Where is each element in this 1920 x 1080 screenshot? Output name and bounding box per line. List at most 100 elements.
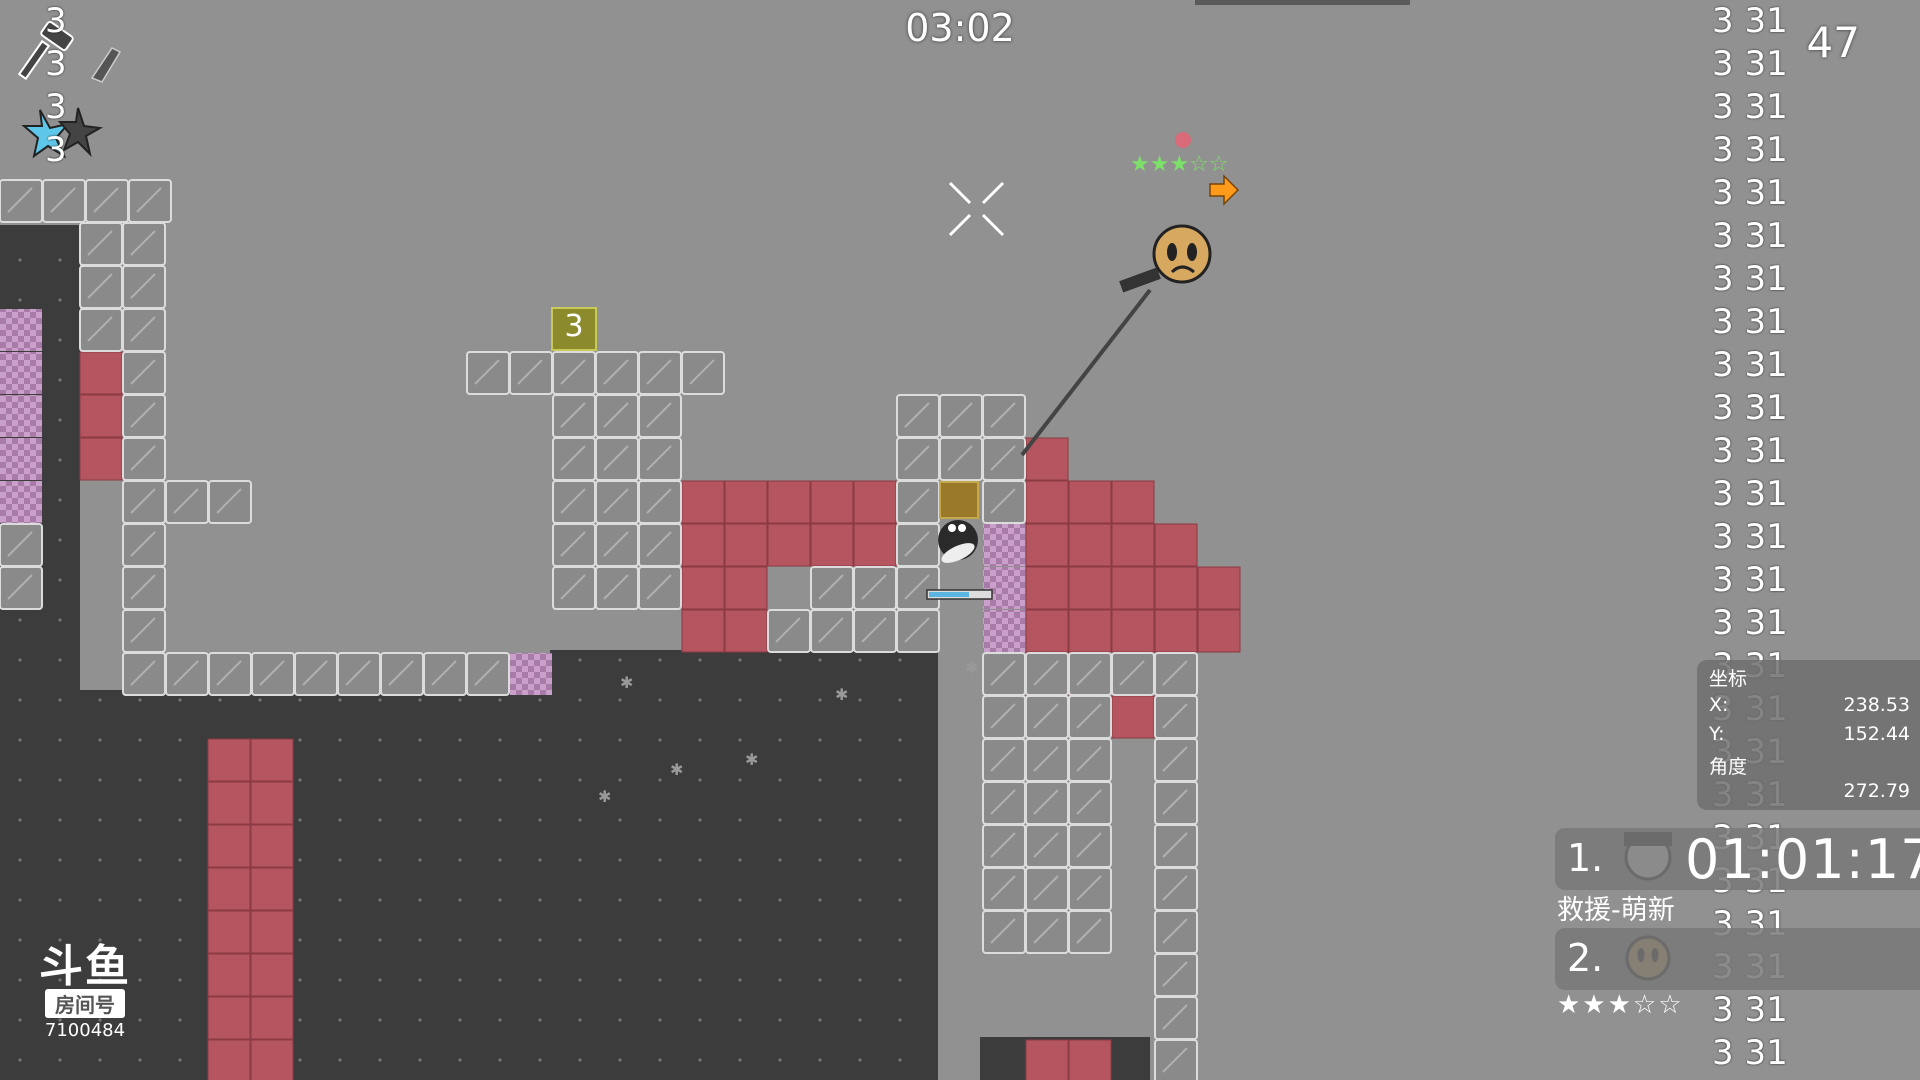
freeze-tile: [1111, 566, 1155, 610]
freeze-tile: [1111, 480, 1155, 524]
block-tile: [122, 523, 166, 567]
block-tile: [552, 437, 596, 481]
block-tile: [1154, 652, 1198, 696]
block-tile: [853, 609, 897, 653]
freeze-tile: [681, 480, 725, 524]
block-tile: [1068, 867, 1112, 911]
block-tile: [122, 351, 166, 395]
block-tile: [939, 437, 983, 481]
svg-text:✱: ✱: [965, 658, 978, 677]
unhook-tile: [983, 610, 1025, 652]
freeze-tile: [1111, 523, 1155, 567]
block-tile: [595, 523, 639, 567]
freeze-tile: [724, 523, 768, 567]
freeze-tile: [724, 480, 768, 524]
ammo-digit: 3: [45, 87, 67, 127]
freeze-tile: [767, 523, 811, 567]
freeze-tile: [1025, 609, 1069, 653]
ammo-digit: 3: [45, 130, 67, 170]
block-tile: [122, 222, 166, 266]
debug-line: 3 31: [1712, 216, 1788, 256]
rank-number: 1.: [1567, 836, 1604, 880]
freeze-tile: [681, 523, 725, 567]
block-tile: [165, 480, 209, 524]
block-tile: [1154, 867, 1198, 911]
debug-line: 3 31: [1712, 990, 1788, 1030]
block-tile: [0, 179, 43, 223]
freeze-tile: [724, 566, 768, 610]
freeze-tile: [1197, 609, 1241, 653]
block-tile: [79, 308, 123, 352]
freeze-tile: [853, 523, 897, 567]
block-tile: [896, 437, 940, 481]
coord-x-value: 238.53: [1843, 694, 1910, 716]
freeze-tile: [1154, 609, 1198, 653]
svg-text:✱: ✱: [620, 673, 633, 692]
block-tile: [85, 179, 129, 223]
block-tile: [1068, 695, 1112, 739]
coord-y-label: Y:: [1709, 723, 1725, 745]
block-tile: [1111, 652, 1155, 696]
block-tile: [595, 351, 639, 395]
block-tile: [1025, 910, 1069, 954]
block-tile: [1154, 824, 1198, 868]
block-tile: [208, 480, 252, 524]
block-tile: [1025, 824, 1069, 868]
block-tile: [423, 652, 467, 696]
block-tile: [1154, 695, 1198, 739]
freeze-tile: [681, 566, 725, 610]
unhook-tile: [0, 481, 42, 523]
block-tile: [1068, 824, 1112, 868]
freeze-tile: [1068, 523, 1112, 567]
freeze-tile: [207, 1039, 251, 1080]
block-tile: [767, 609, 811, 653]
block-tile: [337, 652, 381, 696]
block-tile: [638, 566, 682, 610]
block-tile: [896, 523, 940, 567]
freeze-tile: [207, 910, 251, 954]
debug-line: 3 31: [1712, 87, 1788, 127]
block-tile: [982, 394, 1026, 438]
freeze-tile: [681, 609, 725, 653]
block-tile: [982, 652, 1026, 696]
freeze-tile: [1025, 480, 1069, 524]
block-tile: [1154, 738, 1198, 782]
freeze-tile: [79, 394, 123, 438]
block-tile: [552, 523, 596, 567]
svg-text:✱: ✱: [670, 760, 683, 779]
coord-angle-label: 角度: [1709, 756, 1748, 778]
freeze-tile: [250, 996, 294, 1040]
block-tile: [810, 609, 854, 653]
freeze-tile: [853, 480, 897, 524]
block-tile: [165, 652, 209, 696]
block-tile: [552, 351, 596, 395]
block-tile: [0, 566, 43, 610]
block-tile: [982, 781, 1026, 825]
freeze-tile: [250, 1039, 294, 1080]
unhook-tile: [0, 352, 42, 394]
block-tile: [380, 652, 424, 696]
coord-angle-value: 272.79: [1843, 780, 1910, 802]
block-tile: [294, 652, 338, 696]
debug-line: 3 31: [1712, 603, 1788, 643]
freeze-tile: [250, 738, 294, 782]
freeze-tile: [1025, 523, 1069, 567]
block-tile: [982, 867, 1026, 911]
block-tile: [595, 480, 639, 524]
freeze-tile: [250, 910, 294, 954]
rank-number: 2.: [1567, 936, 1604, 980]
block-tile: [509, 351, 553, 395]
debug-line: 3 31: [1712, 474, 1788, 514]
top-edge-bar: [1195, 0, 1410, 5]
unhook-tile: [983, 567, 1025, 609]
freeze-tile: [79, 351, 123, 395]
coord-y-value: 152.44: [1843, 723, 1910, 745]
debug-line: 3 31: [1712, 560, 1788, 600]
block-tile: [1068, 781, 1112, 825]
freeze-tile: [810, 480, 854, 524]
coord-x-row: X: 238.53: [1709, 694, 1910, 716]
unhook-tile: [983, 524, 1025, 566]
block-tile: [896, 480, 940, 524]
freeze-tile: [1025, 1039, 1069, 1080]
coord-x-label: X:: [1709, 694, 1729, 716]
